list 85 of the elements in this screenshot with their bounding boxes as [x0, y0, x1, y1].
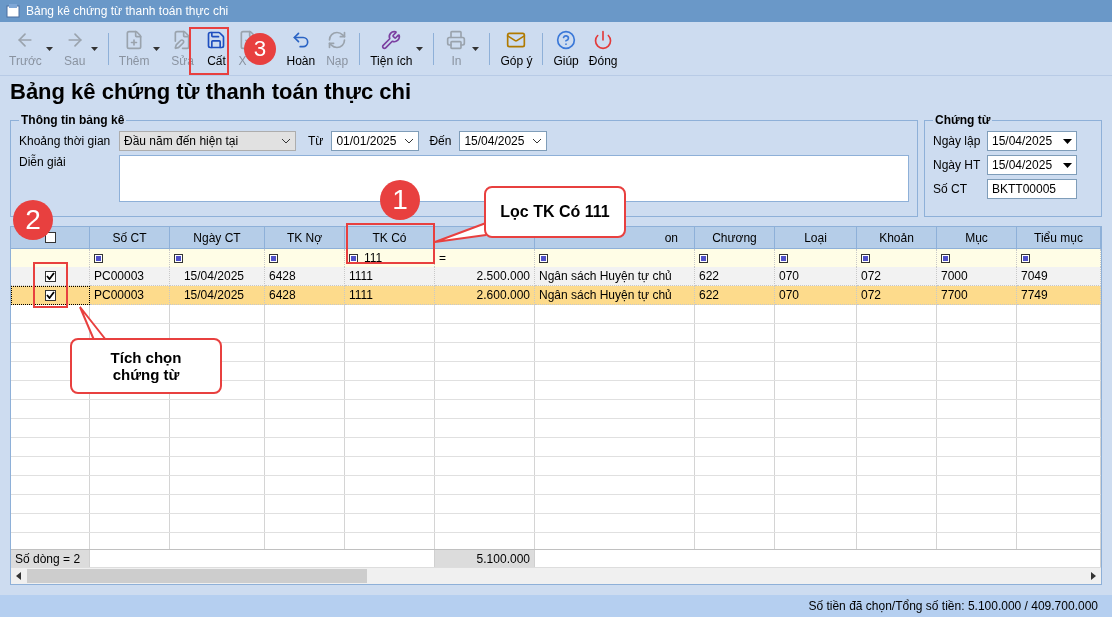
highlight-frame [33, 262, 68, 308]
table-cell: 6428 [265, 286, 345, 305]
toolbar-button[interactable]: Hoàn [281, 26, 321, 71]
column-header[interactable]: Số CT [90, 227, 170, 249]
table-cell: 7749 [1017, 286, 1101, 305]
caret-icon [1063, 162, 1072, 168]
field-label: Ngày HT [933, 158, 982, 172]
toolbar-button[interactable]: Cất [199, 26, 234, 71]
table-cell: 070 [775, 286, 857, 305]
column-header[interactable]: Tiểu mục [1017, 227, 1101, 249]
chevron-down-icon [404, 138, 415, 144]
row-count: Số dòng = 2 [11, 550, 90, 567]
filter-operator-icon[interactable] [779, 253, 788, 263]
input-field[interactable]: BKTT00005 [987, 179, 1077, 199]
date-dropdown[interactable]: 15/04/2025 [987, 155, 1077, 175]
table-cell: 622 [695, 286, 775, 305]
column-header[interactable]: Loại [775, 227, 857, 249]
field-label: Khoảng thời gian [19, 134, 111, 148]
column-header[interactable]: Ngày CT [170, 227, 265, 249]
tools-icon [381, 29, 402, 50]
table-cell: PC00003 [90, 286, 170, 305]
check-icon [45, 291, 55, 299]
filter-operator-icon[interactable] [349, 253, 358, 263]
file-plus-icon [124, 29, 145, 50]
scroll-right-icon[interactable] [1089, 572, 1097, 580]
filter-operator-icon[interactable] [269, 253, 278, 263]
filter-operator-icon[interactable] [699, 253, 708, 263]
scroll-left-icon[interactable] [15, 572, 23, 580]
filter-operator-icon[interactable] [94, 253, 103, 263]
table-cell: 15/04/2025 [170, 286, 265, 305]
status-text: Số tiền đã chọn/Tổng số tiền: 5.100.000 / 409.700.000 [808, 599, 1098, 613]
printer-icon [446, 29, 467, 50]
chevron-down-icon [281, 138, 291, 144]
column-header[interactable]: Khoản [857, 227, 937, 249]
toolbar-button[interactable]: Giúp [548, 26, 584, 71]
scroll-thumb[interactable] [27, 569, 367, 583]
group-title: Chứng từ [934, 113, 992, 127]
date-dropdown[interactable]: 15/04/2025 [987, 131, 1077, 151]
toolbar-button[interactable]: Tiện ích [365, 26, 429, 71]
table-cell: 7700 [937, 286, 1017, 305]
power-icon [593, 29, 614, 50]
refresh-icon [327, 29, 348, 50]
help-icon [556, 29, 577, 50]
period-dropdown[interactable]: Đầu năm đến hiện tại [119, 131, 296, 151]
filter-operator[interactable]: = [439, 251, 446, 265]
save-icon [206, 29, 227, 50]
date-picker[interactable]: 01/01/2025 [331, 131, 420, 151]
column-header[interactable]: Mục [937, 227, 1017, 249]
toolbar-button[interactable]: Góp ý [495, 26, 538, 71]
field-label: Ngày lập [933, 134, 982, 148]
filter-operator-icon[interactable] [1021, 253, 1030, 263]
table-cell: Ngân sách Huyện tự chủ [535, 286, 695, 305]
column-header[interactable]: TK Có [345, 227, 435, 249]
table-cell: 1111 [345, 286, 435, 305]
filter-operator-icon[interactable] [174, 253, 183, 263]
checkbox[interactable] [44, 289, 56, 301]
total-amount: 5.100.000 [435, 550, 535, 567]
filter-value[interactable]: 111 [364, 251, 383, 265]
callout-tooltip: Lọc TK Có 111 [484, 186, 626, 238]
filter-operator-icon[interactable] [941, 253, 950, 263]
table-row[interactable]: PC00003 15/04/2025 6428 1111 2.600.000 Ngân sách Huyện tự chủ 622 070 072 7700 7749 [11, 286, 1101, 305]
horizontal-scrollbar[interactable] [11, 567, 1101, 584]
filter-operator-icon[interactable] [861, 253, 870, 263]
column-header[interactable]: Chương [695, 227, 775, 249]
step-badge: 2 [13, 200, 53, 240]
chevron-down-icon [532, 138, 543, 144]
page-heading: Bảng kê chứng từ thanh toán thực chi [9, 78, 413, 106]
date-picker[interactable]: 15/04/2025 [459, 131, 548, 151]
table-cell: 2.600.000 [435, 286, 535, 305]
field-label: Số CT [933, 182, 968, 196]
checkbox[interactable] [44, 270, 56, 282]
window-title: Bảng kê chứng từ thanh toán thực chi [26, 4, 229, 18]
table-row[interactable]: PC00003 15/04/2025 6428 1111 2.500.000 Ngân sách Huyện tự chủ 622 070 072 7000 7049 [11, 267, 1101, 286]
app-icon [6, 4, 20, 18]
group-title: Thông tin bảng kê [20, 113, 126, 127]
undo-icon [290, 29, 311, 50]
column-header[interactable]: TK Nợ [265, 227, 345, 249]
field-label: Từ [308, 134, 324, 148]
field-label: Diễn giải [19, 155, 67, 169]
check-icon [45, 272, 55, 280]
table-cell: 072 [857, 286, 937, 305]
toolbar-button[interactable]: Đóng [583, 26, 623, 71]
field-label: Đến [429, 134, 452, 148]
caret-icon [1063, 138, 1072, 144]
filter-operator-icon[interactable] [539, 253, 548, 263]
